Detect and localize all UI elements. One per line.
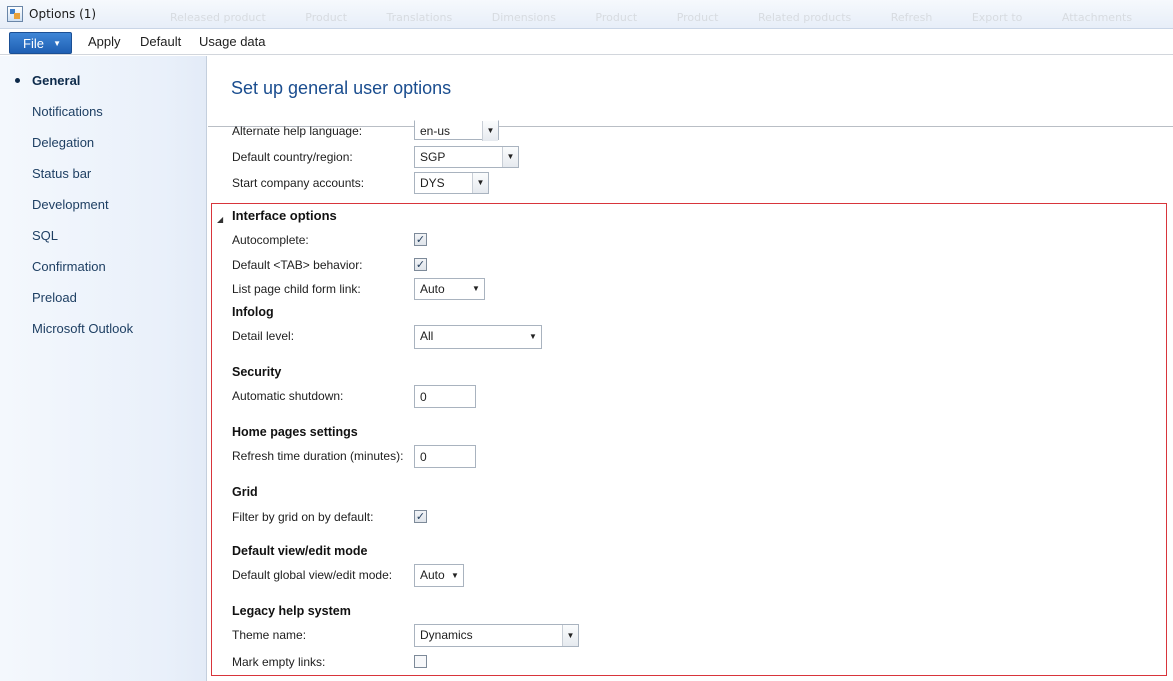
detail-level-select[interactable]: All ▼	[414, 325, 542, 349]
ghost-ribbon-label: Related products	[757, 11, 852, 24]
chevron-down-icon: ▼	[529, 332, 537, 341]
alternate-help-language-value: en-us	[420, 124, 451, 138]
refresh-time-duration-label: Refresh time duration (minutes):	[232, 449, 404, 463]
collapse-triangle-icon[interactable]: ◢	[217, 215, 223, 224]
sidebar-item-microsoft-outlook[interactable]: Microsoft Outlook	[0, 318, 207, 340]
default-button[interactable]: Default	[140, 34, 181, 49]
theme-name-select[interactable]: Dynamics ▼	[414, 624, 579, 647]
chevron-down-icon: ▼	[451, 571, 459, 580]
sidebar-item-sql[interactable]: SQL	[0, 225, 207, 247]
interface-options-header[interactable]: Interface options	[232, 208, 337, 223]
automatic-shutdown-label: Automatic shutdown:	[232, 389, 344, 403]
detail-level-label: Detail level:	[232, 329, 295, 343]
window-title: Options (1)	[29, 7, 97, 21]
page-title: Set up general user options	[231, 78, 452, 98]
checkmark-icon: ✓	[415, 510, 426, 523]
sidebar-item-notifications[interactable]: Notifications	[0, 101, 207, 123]
options-sidebar: General Notifications Delegation Status …	[0, 56, 207, 681]
chevron-down-icon: ▼	[53, 39, 61, 48]
interface-options-highlight	[211, 203, 1167, 676]
autocomplete-checkbox[interactable]: ✓	[414, 233, 427, 246]
security-header: Security	[232, 365, 282, 379]
menu-bar: File ▼ Apply Default Usage data	[0, 30, 1173, 55]
sidebar-item-label: Preload	[32, 290, 77, 305]
default-global-view-edit-mode-select[interactable]: Auto ▼	[414, 564, 464, 587]
filter-by-grid-label: Filter by grid on by default:	[232, 510, 374, 524]
sidebar-item-label: SQL	[32, 228, 59, 243]
filter-by-grid-checkbox[interactable]: ✓	[414, 510, 427, 523]
sidebar-item-development[interactable]: Development	[0, 194, 207, 216]
alternate-help-language-label: Alternate help language:	[232, 124, 363, 138]
default-country-region-value: SGP	[420, 150, 446, 164]
bullet-icon	[15, 78, 20, 83]
autocomplete-label: Autocomplete:	[232, 233, 309, 247]
ghost-ribbon-label: Attachments	[1061, 11, 1133, 24]
chevron-down-icon: ▼	[472, 173, 488, 193]
alternate-help-language-select[interactable]: en-us ▼	[414, 120, 499, 141]
ghost-ribbon-label: Released product	[170, 11, 266, 24]
home-pages-settings-header: Home pages settings	[232, 425, 358, 439]
default-global-view-edit-mode-label: Default global view/edit mode:	[232, 568, 393, 582]
refresh-time-duration-input[interactable]: 0	[414, 445, 476, 468]
sidebar-item-label: Microsoft Outlook	[32, 321, 134, 336]
ghost-ribbon-label: Product	[305, 11, 348, 24]
sidebar-item-general[interactable]: General	[0, 70, 207, 92]
file-menu-button[interactable]: File ▼	[9, 32, 72, 54]
default-country-region-select[interactable]: SGP ▼	[414, 146, 519, 168]
ghost-ribbon-label: Refresh	[890, 11, 933, 24]
sidebar-item-confirmation[interactable]: Confirmation	[0, 256, 207, 278]
chevron-down-icon: ▼	[562, 625, 578, 646]
legacy-help-system-header: Legacy help system	[232, 604, 351, 618]
automatic-shutdown-input[interactable]: 0	[414, 385, 476, 408]
list-page-child-form-link-label: List page child form link:	[232, 282, 361, 296]
sidebar-item-label: Notifications	[32, 104, 103, 119]
theme-name-value: Dynamics	[420, 628, 473, 642]
infolog-header: Infolog	[232, 305, 274, 319]
file-menu-label: File	[23, 36, 44, 51]
sidebar-item-label: General	[32, 73, 81, 88]
sidebar-item-label: Delegation	[32, 135, 95, 150]
apply-button[interactable]: Apply	[88, 34, 121, 49]
ghost-ribbon-label: Product	[595, 11, 638, 24]
chevron-down-icon: ▼	[482, 121, 498, 141]
sidebar-item-preload[interactable]: Preload	[0, 287, 207, 309]
grid-header: Grid	[232, 485, 258, 499]
ghost-ribbon-label: Export to	[971, 11, 1023, 24]
ghost-ribbon-label: Dimensions	[491, 11, 556, 24]
sidebar-item-label: Development	[32, 197, 109, 212]
list-page-child-form-link-value: Auto	[420, 282, 445, 296]
sidebar-item-delegation[interactable]: Delegation	[0, 132, 207, 154]
default-global-view-edit-mode-value: Auto	[420, 568, 445, 582]
ghost-ribbon-label: Product	[676, 11, 719, 24]
list-page-child-form-link-select[interactable]: Auto ▼	[414, 278, 485, 300]
options-content: Set up general user options Alternate he…	[208, 56, 1173, 681]
mark-empty-links-label: Mark empty links:	[232, 655, 326, 669]
checkmark-icon: ✓	[415, 233, 426, 246]
default-country-region-label: Default country/region:	[232, 150, 353, 164]
chevron-down-icon: ▼	[472, 284, 480, 293]
theme-name-label: Theme name:	[232, 628, 307, 642]
start-company-accounts-select[interactable]: DYS ▼	[414, 172, 489, 194]
sidebar-item-status-bar[interactable]: Status bar	[0, 163, 207, 185]
checkmark-icon: ✓	[415, 258, 426, 271]
chevron-down-icon: ▼	[502, 147, 518, 167]
app-icon	[7, 6, 23, 22]
default-view-edit-mode-header: Default view/edit mode	[232, 544, 368, 558]
ghost-ribbon-label: Translations	[386, 11, 453, 24]
default-tab-behavior-checkbox[interactable]: ✓	[414, 258, 427, 271]
detail-level-value: All	[420, 329, 434, 343]
start-company-accounts-label: Start company accounts:	[232, 176, 365, 190]
sidebar-item-label: Status bar	[32, 166, 92, 181]
title-bar: Options (1) Released product Product Tra…	[0, 0, 1173, 29]
default-tab-behavior-label: Default <TAB> behavior:	[232, 258, 363, 272]
background-ribbon: Released product Product Translations Di…	[170, 11, 1168, 24]
usage-data-button[interactable]: Usage data	[199, 34, 266, 49]
mark-empty-links-checkbox[interactable]	[414, 655, 427, 668]
start-company-accounts-value: DYS	[420, 176, 445, 190]
sidebar-item-label: Confirmation	[32, 259, 106, 274]
